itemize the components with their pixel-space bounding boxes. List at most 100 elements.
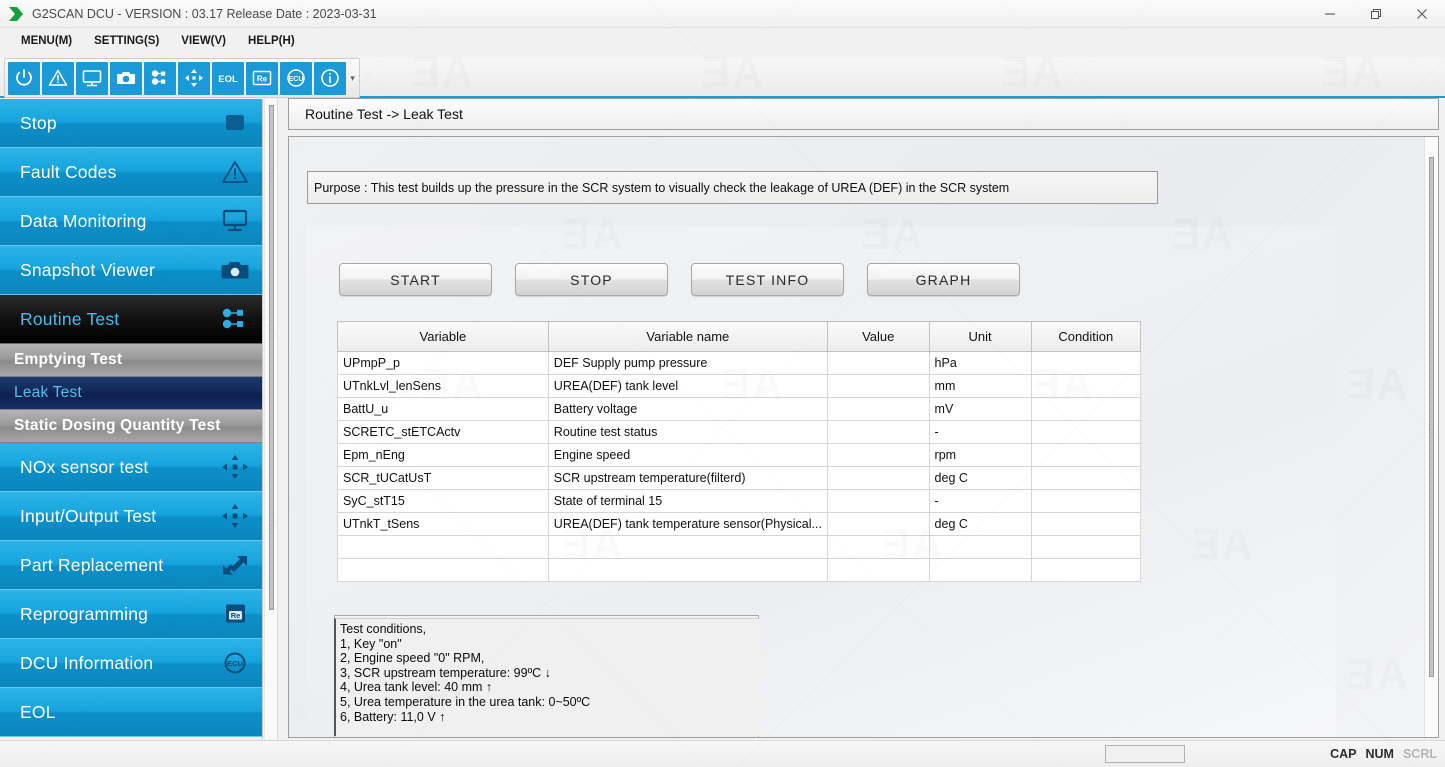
ecu-icon[interactable]: ECU [280, 62, 312, 95]
table-row[interactable]: Epm_nEngEngine speedrpm [338, 444, 1141, 467]
cell-unit: hPa [929, 352, 1031, 375]
sidebar-item-label: Leak Test [14, 384, 252, 402]
column-header-value[interactable]: Value [827, 322, 929, 352]
toolbar-overflow-button[interactable]: ▾ [348, 63, 357, 93]
four-arrows-icon[interactable] [178, 62, 210, 95]
sidebar-item-part-replacement[interactable]: Part Replacement [0, 541, 262, 590]
cell-variable-name: UREA(DEF) tank level [548, 375, 827, 398]
cell-value [827, 490, 929, 513]
cell-variable [338, 559, 549, 582]
cell-unit [929, 536, 1031, 559]
cell-value [827, 467, 929, 490]
sidebar-item-nox-sensor-test[interactable]: NOx sensor test [0, 443, 262, 492]
table-body: UPmpP_pDEF Supply pump pressurehPaUTnkLv… [338, 352, 1141, 582]
breadcrumb: Routine Test -> Leak Test [288, 98, 1439, 130]
sidebar-item-data-monitoring[interactable]: Data Monitoring [0, 197, 262, 246]
cell-condition [1031, 398, 1140, 421]
routine-test-icon[interactable] [144, 62, 176, 95]
application-window: G2SCAN DCU - VERSION : 03.17 Release Dat… [0, 0, 1445, 767]
cell-unit: deg C [929, 513, 1031, 536]
sidebar-item-dcu-information[interactable]: DCU Information ECU [0, 639, 262, 688]
table-row[interactable]: SCRETC_stETCActvRoutine test status- [338, 421, 1141, 444]
cell-condition [1031, 444, 1140, 467]
four-arrows-icon [218, 501, 252, 531]
eol-icon[interactable]: EOL [212, 62, 244, 95]
graph-button[interactable]: GRAPH [867, 263, 1020, 296]
camera-icon [218, 255, 252, 285]
cell-variable: SCRETC_stETCActv [338, 421, 549, 444]
menu-item-menu[interactable]: MENU(M) [10, 32, 83, 50]
maximize-restore-button[interactable] [1353, 0, 1399, 28]
menu-item-help[interactable]: HELP(H) [237, 32, 306, 50]
monitor-icon[interactable] [76, 62, 108, 95]
cell-value [827, 352, 929, 375]
table-row[interactable]: UTnkLvl_lenSensUREA(DEF) tank levelmm [338, 375, 1141, 398]
cell-value [827, 536, 929, 559]
sidebar-item-input-output-test[interactable]: Input/Output Test [0, 492, 262, 541]
info-icon[interactable] [314, 62, 346, 95]
sidebar-item-snapshot-viewer[interactable]: Snapshot Viewer [0, 246, 262, 295]
cell-condition [1031, 421, 1140, 444]
cell-variable-name: State of terminal 15 [548, 490, 827, 513]
table-row[interactable] [338, 559, 1141, 582]
sidebar-scrollbar-thumb[interactable] [269, 105, 274, 610]
status-badge-cap: CAP [1330, 747, 1356, 761]
sidebar-scrollbar[interactable] [264, 99, 278, 739]
table-row[interactable]: SyC_stT15State of terminal 15- [338, 490, 1141, 513]
menu-item-settings[interactable]: SETTING(S) [83, 32, 170, 50]
cell-condition [1031, 352, 1140, 375]
close-button[interactable] [1399, 0, 1445, 28]
cell-variable: UTnkLvl_lenSens [338, 375, 549, 398]
menu-item-view[interactable]: VIEW(V) [170, 32, 237, 50]
sidebar-item-static-dosing-quantity-test[interactable]: Static Dosing Quantity Test [0, 410, 262, 443]
green-chevron-logo-icon [4, 2, 28, 26]
cell-variable: Epm_nEng [338, 444, 549, 467]
toolbar: EOL Re ECU ▾ [4, 58, 360, 98]
sidebar-item-label: Reprogramming [20, 604, 218, 625]
window-title: G2SCAN DCU - VERSION : 03.17 Release Dat… [32, 7, 377, 21]
test-info-button[interactable]: TEST INFO [691, 263, 844, 296]
sidebar-item-stop[interactable]: Stop [0, 99, 262, 148]
cell-condition [1031, 490, 1140, 513]
status-badge-scrl: SCRL [1403, 747, 1437, 761]
sidebar-item-eol[interactable]: EOL [0, 688, 262, 737]
sidebar-item-label: Data Monitoring [20, 211, 218, 232]
svg-text:ECU: ECU [227, 659, 243, 668]
sidebar-item-label: Snapshot Viewer [20, 260, 218, 281]
camera-icon[interactable] [110, 62, 142, 95]
sidebar-item-emptying-test[interactable]: Emptying Test [0, 344, 262, 377]
status-badge-num: NUM [1366, 747, 1394, 761]
power-icon[interactable] [8, 62, 40, 95]
table-row[interactable] [338, 536, 1141, 559]
cell-variable-name [548, 536, 827, 559]
table-row[interactable]: UPmpP_pDEF Supply pump pressurehPa [338, 352, 1141, 375]
status-key-indicators: CAP NUM SCRL [1330, 747, 1445, 761]
sidebar-item-leak-test[interactable]: Leak Test [0, 377, 262, 410]
sidebar-item-label: NOx sensor test [20, 457, 218, 478]
minimize-button[interactable] [1307, 0, 1353, 28]
table-row[interactable]: SCR_tUCatUsTSCR upstream temperature(fil… [338, 467, 1141, 490]
sidebar-item-reprogramming[interactable]: Reprogramming Re [0, 590, 262, 639]
content-panel: Purpose : This test builds up the pressu… [288, 136, 1439, 738]
cell-variable: UTnkT_tSens [338, 513, 549, 536]
sidebar-item-label: Routine Test [20, 309, 218, 330]
table-row[interactable]: BattU_uBattery voltagemV [338, 398, 1141, 421]
cell-variable-name: UREA(DEF) tank temperature sensor(Physic… [548, 513, 827, 536]
content-scrollbar[interactable] [1424, 137, 1438, 737]
sidebar-item-routine-test[interactable]: Routine Test [0, 295, 262, 344]
reprogramming-icon[interactable]: Re [246, 62, 278, 95]
cell-unit: rpm [929, 444, 1031, 467]
cell-variable-name: SCR upstream temperature(filterd) [548, 467, 827, 490]
column-header-variable[interactable]: Variable [338, 322, 549, 352]
status-progress-field [1105, 745, 1185, 763]
sidebar-item-fault-codes[interactable]: Fault Codes [0, 148, 262, 197]
content-scrollbar-thumb[interactable] [1429, 157, 1434, 677]
stop-button[interactable]: STOP [515, 263, 668, 296]
table-row[interactable]: UTnkT_tSensUREA(DEF) tank temperature se… [338, 513, 1141, 536]
warning-triangle-icon[interactable] [42, 62, 74, 95]
column-header-variable-name[interactable]: Variable name [548, 322, 827, 352]
start-button[interactable]: START [339, 263, 492, 296]
column-header-unit[interactable]: Unit [929, 322, 1031, 352]
breadcrumb-text: Routine Test -> Leak Test [305, 106, 463, 122]
column-header-condition[interactable]: Condition [1031, 322, 1140, 352]
